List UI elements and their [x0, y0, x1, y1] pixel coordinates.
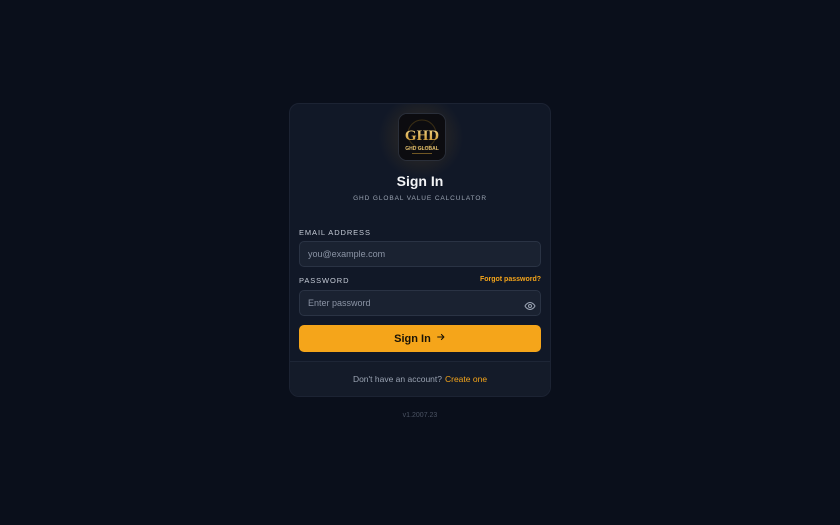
- sign-in-card: GHD GHD GLOBAL Sign In GHD GLOBAL VALUE …: [289, 103, 551, 397]
- app-logo: GHD GHD GLOBAL: [398, 113, 446, 161]
- arrow-right-icon: [436, 332, 446, 345]
- signup-prompt: Don't have an account?: [352, 374, 442, 384]
- create-account-link[interactable]: Create one: [445, 374, 487, 384]
- version-label: v1.2007.23: [402, 412, 438, 419]
- signup-footer: Don't have an account? Create one: [290, 361, 550, 396]
- password-field[interactable]: [299, 290, 541, 316]
- page-subtitle: GHD GLOBAL VALUE CALCULATOR: [353, 195, 487, 202]
- email-field[interactable]: [299, 241, 541, 267]
- password-label: PASSWORD: [299, 276, 350, 285]
- page-title: Sign In: [396, 173, 444, 189]
- sign-in-button[interactable]: Sign In: [299, 325, 541, 352]
- email-label: EMAIL ADDRESS: [299, 228, 371, 237]
- svg-text:GHD: GHD: [405, 128, 439, 144]
- eye-icon[interactable]: [524, 299, 536, 311]
- sign-in-button-label: Sign In: [394, 332, 431, 345]
- forgot-password-link[interactable]: Forgot password?: [480, 276, 541, 283]
- svg-text:GHD GLOBAL: GHD GLOBAL: [405, 146, 439, 152]
